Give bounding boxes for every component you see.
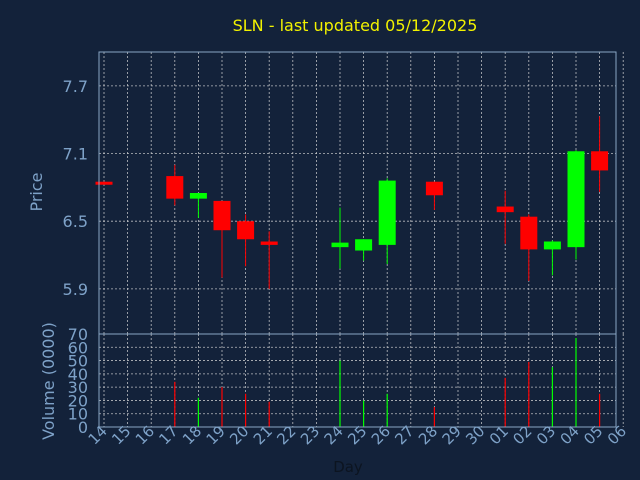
price-axis-label: Price (27, 172, 46, 211)
candle-body (591, 151, 609, 171)
candle-body (95, 181, 113, 185)
price-y-ticks: 5.9 6.5 7.1 7.7 (63, 77, 88, 299)
candle-body (543, 241, 561, 250)
candle-body (260, 241, 278, 245)
day-x-ticks: 1415161718192021222324252627282930010203… (85, 422, 630, 448)
candle-body (355, 239, 373, 251)
candle-body (496, 206, 514, 213)
candle-body (331, 242, 349, 248)
candle-body (213, 200, 231, 231)
candle-body (166, 176, 184, 199)
chart-title: SLN - last updated 05/12/2025 (233, 16, 478, 35)
candle-body (378, 180, 396, 245)
volume-y-ticks: 010203040506070 (68, 325, 88, 437)
candle-04 (567, 150, 585, 260)
candle-14 (95, 181, 113, 185)
volume-axis-label: Volume (0000) (39, 322, 58, 440)
candle-body (189, 193, 207, 199)
candle-body (425, 181, 443, 196)
price-y-tick-label: 7.7 (63, 77, 88, 96)
volume-plot-area (99, 334, 616, 427)
volume-y-tick-label: 70 (68, 325, 88, 344)
price-y-tick-label: 7.1 (63, 145, 88, 164)
day-axis-label: Day (333, 458, 363, 476)
stock-chart: SLN - last updated 05/12/2025 5.9 6.5 7.1 7… (27, 16, 630, 476)
candle-body (567, 151, 585, 248)
candle-body (237, 221, 255, 240)
price-y-tick-label: 5.9 (63, 280, 88, 299)
price-y-tick-label: 6.5 (63, 212, 88, 231)
candle-body (520, 216, 538, 250)
